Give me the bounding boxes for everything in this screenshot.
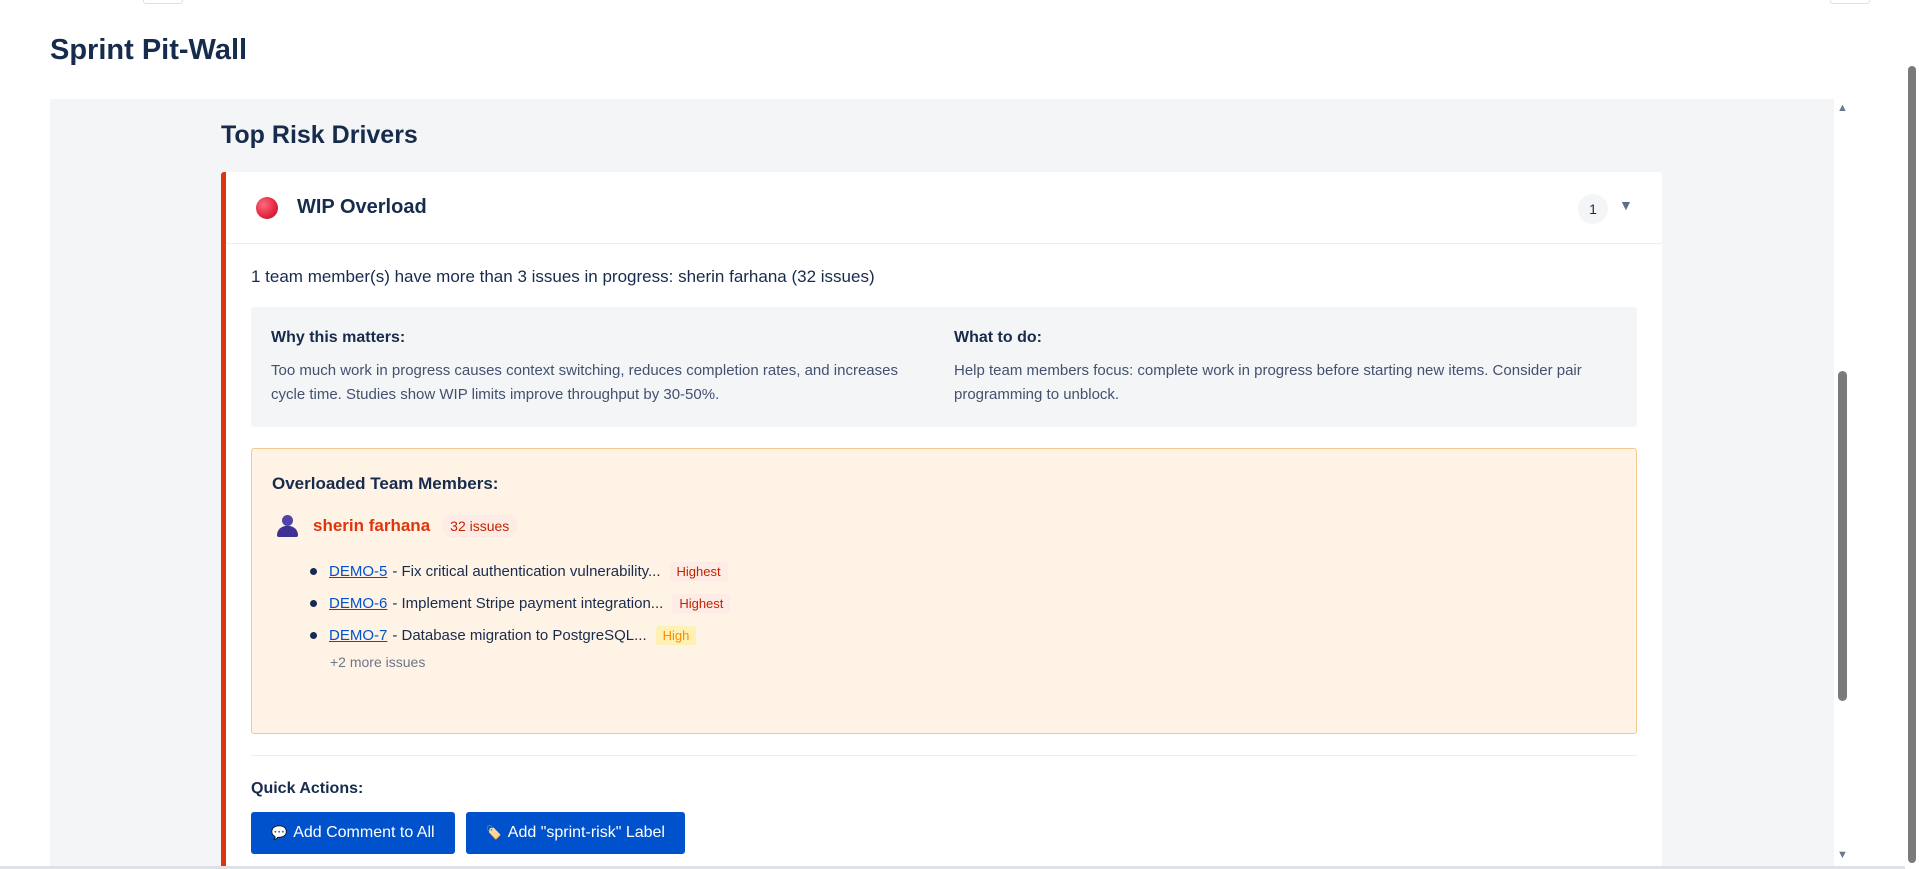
member-name: sherin farhana xyxy=(313,516,431,535)
divider xyxy=(251,755,1637,756)
top-toolbar-stub-left xyxy=(143,0,183,4)
quick-actions-row: 💬 Add Comment to All 🏷️ Add "sprint-risk… xyxy=(251,812,685,854)
risk-card-header[interactable]: WIP Overload 1 ▼ xyxy=(226,172,1662,244)
risk-card: WIP Overload 1 ▼ 1 team member(s) have m… xyxy=(221,172,1662,869)
scroll-down-arrow-icon[interactable]: ▼ xyxy=(1837,850,1848,861)
issue-key-link[interactable]: DEMO-6 xyxy=(329,595,387,612)
what-heading: What to do: xyxy=(954,329,1042,346)
member-issue-count-badge: 32 issues xyxy=(442,515,518,537)
risk-title: WIP Overload xyxy=(297,196,427,218)
priority-badge: Highest xyxy=(669,561,728,581)
what-to-do: What to do: Help team members focus: com… xyxy=(954,329,1584,407)
page-title: Sprint Pit-Wall xyxy=(50,34,248,66)
add-label-label: Add "sprint-risk" Label xyxy=(507,824,665,841)
why-text: Too much work in progress causes context… xyxy=(271,362,898,403)
panel-scrollbar[interactable]: ▲ ▼ xyxy=(1834,99,1851,869)
top-toolbar-stub-right xyxy=(1830,0,1870,4)
risk-summary: 1 team member(s) have more than 3 issues… xyxy=(251,267,875,286)
section-heading: Top Risk Drivers xyxy=(221,121,418,149)
member-issue-list: DEMO-5 - Fix critical authentication vul… xyxy=(310,555,731,651)
issue-summary: - Implement Stripe payment integration..… xyxy=(392,594,664,612)
what-text: Help team members focus: complete work i… xyxy=(954,362,1582,403)
chevron-down-icon[interactable]: ▼ xyxy=(1619,197,1633,213)
issue-key-link[interactable]: DEMO-5 xyxy=(329,563,387,580)
add-label-button[interactable]: 🏷️ Add "sprint-risk" Label xyxy=(465,812,685,854)
scrollbar-thumb[interactable] xyxy=(1838,371,1847,701)
why-this-matters: Why this matters: Too much work in progr… xyxy=(271,329,901,407)
priority-badge: High xyxy=(655,625,697,645)
overloaded-heading: Overloaded Team Members: xyxy=(272,474,499,493)
bullet-icon xyxy=(310,599,317,607)
page-scrollbar-thumb[interactable] xyxy=(1908,66,1916,863)
member-row: sherin farhana 32 issues xyxy=(276,514,518,538)
risk-count-badge: 1 xyxy=(1578,194,1608,224)
add-comment-label: Add Comment to All xyxy=(293,824,435,841)
list-item: DEMO-7 - Database migration to PostgreSQ… xyxy=(310,619,730,651)
scroll-up-arrow-icon[interactable]: ▲ xyxy=(1837,103,1848,114)
severity-dot-icon xyxy=(256,196,278,219)
tag-icon: 🏷️ xyxy=(485,825,502,840)
bullet-icon xyxy=(310,631,317,639)
risk-panel-frame: Top Risk Drivers WIP Overload 1 ▼ 1 team… xyxy=(50,99,1834,869)
issue-summary: - Database migration to PostgreSQL... xyxy=(392,626,647,644)
person-icon xyxy=(276,514,298,538)
guidance-box: Why this matters: Too much work in progr… xyxy=(251,307,1637,427)
page-scrollbar[interactable] xyxy=(1905,0,1919,869)
list-item: DEMO-6 - Implement Stripe payment integr… xyxy=(310,587,731,619)
overloaded-members-box: Overloaded Team Members: sherin farhana … xyxy=(251,448,1637,734)
issue-key-link[interactable]: DEMO-7 xyxy=(329,627,387,644)
add-comment-button[interactable]: 💬 Add Comment to All xyxy=(251,812,455,854)
speech-bubble-icon: 💬 xyxy=(271,825,288,840)
more-issues-text: +2 more issues xyxy=(330,654,426,670)
bullet-icon xyxy=(310,567,317,575)
issue-summary: - Fix critical authentication vulnerabil… xyxy=(392,562,661,580)
why-heading: Why this matters: xyxy=(271,329,406,346)
priority-badge: Highest xyxy=(672,593,731,613)
quick-actions-heading: Quick Actions: xyxy=(251,780,364,797)
list-item: DEMO-5 - Fix critical authentication vul… xyxy=(310,555,730,587)
